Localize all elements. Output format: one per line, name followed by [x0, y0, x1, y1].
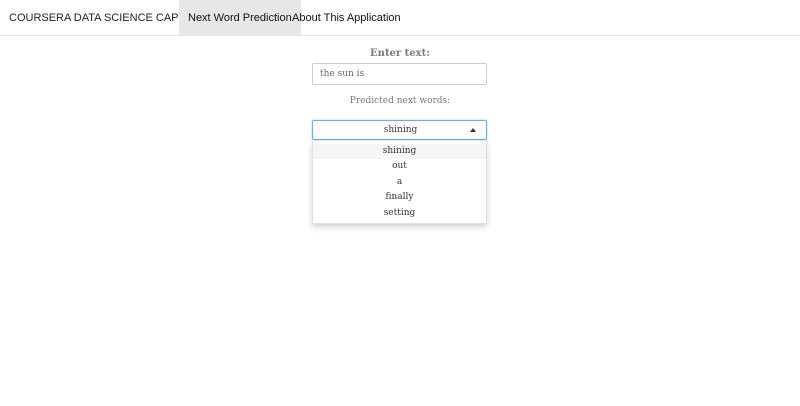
- selected-value: shining: [383, 125, 418, 135]
- prediction-dropdown: shining out a finally setting: [312, 141, 487, 224]
- dropdown-option[interactable]: a: [313, 175, 486, 190]
- predicted-words-label: Predicted next words:: [349, 96, 451, 106]
- tab-about-this-application[interactable]: About This Application: [283, 0, 410, 35]
- caret-up-icon: [470, 128, 476, 132]
- dropdown-option[interactable]: shining: [313, 144, 486, 160]
- text-input[interactable]: [312, 63, 487, 85]
- dropdown-option[interactable]: out: [313, 159, 486, 174]
- prediction-select[interactable]: shining: [312, 120, 487, 140]
- dropdown-option[interactable]: finally: [313, 190, 486, 205]
- enter-text-label: Enter text:: [370, 48, 430, 59]
- navbar: COURSERA DATA SCIENCE CAPSTONE Next Word…: [0, 0, 800, 36]
- dropdown-option[interactable]: setting: [313, 206, 486, 221]
